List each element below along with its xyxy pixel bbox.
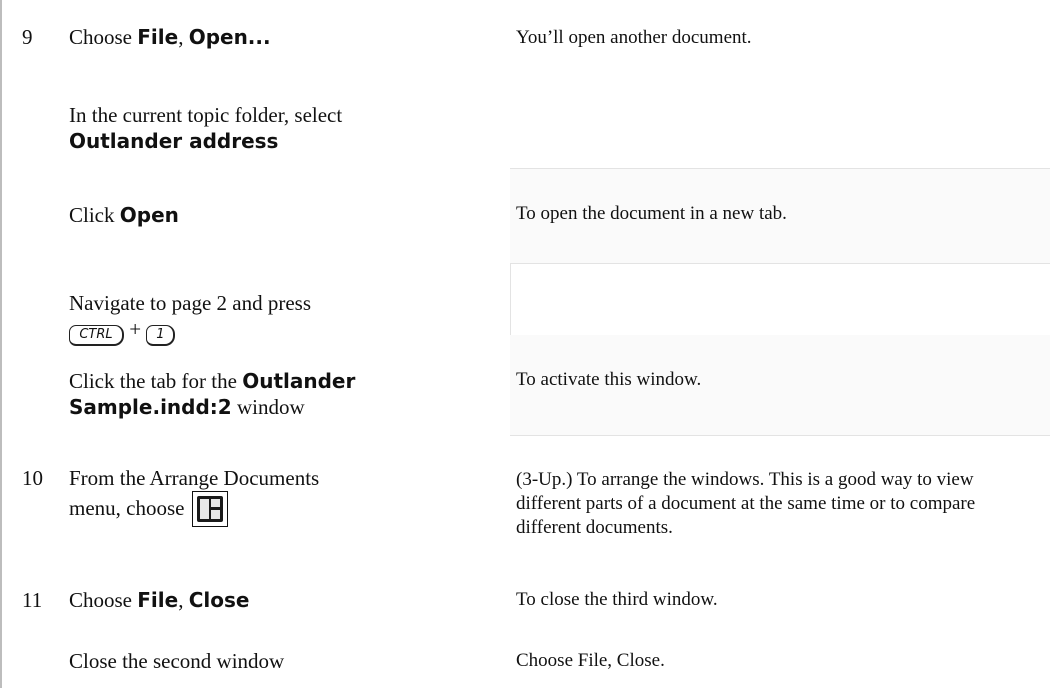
menu-close: Close: [188, 588, 250, 612]
one-key-icon: 1: [146, 325, 176, 346]
divider: [510, 168, 1050, 169]
result-panel-4: [510, 263, 1050, 335]
step-instruction: Close the second window: [69, 649, 285, 673]
menu-open: Open...: [188, 25, 271, 49]
step-instruction: In the current topic folder, select Outla…: [69, 103, 343, 153]
step-number: 11: [22, 588, 43, 612]
step-number: 9: [22, 25, 33, 49]
ctrl-key-icon: CTRL: [69, 325, 124, 346]
step-result: (3-Up.) To arrange the windows. This is …: [516, 469, 976, 538]
step-result: To open the document in a new tab.: [516, 203, 787, 224]
step-number: 10: [22, 466, 43, 490]
divider: [510, 435, 1050, 436]
menu-file: File: [137, 25, 179, 49]
step-result: You’ll open another document.: [516, 27, 752, 48]
result-panel-1: [510, 0, 1050, 108]
result-panel-2: [510, 108, 1050, 168]
step-instruction: Click the tab for the Outlander Sample.in…: [69, 369, 356, 419]
step-instruction: Choose File, Open...: [69, 25, 271, 49]
three-up-layout-icon: [191, 491, 228, 527]
step-result: To close the third window.: [516, 589, 718, 610]
step-instruction: From the Arrange Documents menu, choose: [69, 465, 499, 527]
divider: [510, 263, 1050, 264]
left-margin-rule: [0, 0, 2, 688]
menu-file: File: [137, 588, 179, 612]
step-instruction: Choose File, Close: [69, 588, 250, 612]
divider: [510, 263, 511, 335]
step-instruction: Navigate to page 2 and press CTRL + 1: [69, 290, 499, 346]
step-result: To activate this window.: [516, 369, 702, 390]
step-instruction: Click Open: [69, 203, 179, 227]
step-result: Choose File, Close.: [516, 650, 665, 671]
